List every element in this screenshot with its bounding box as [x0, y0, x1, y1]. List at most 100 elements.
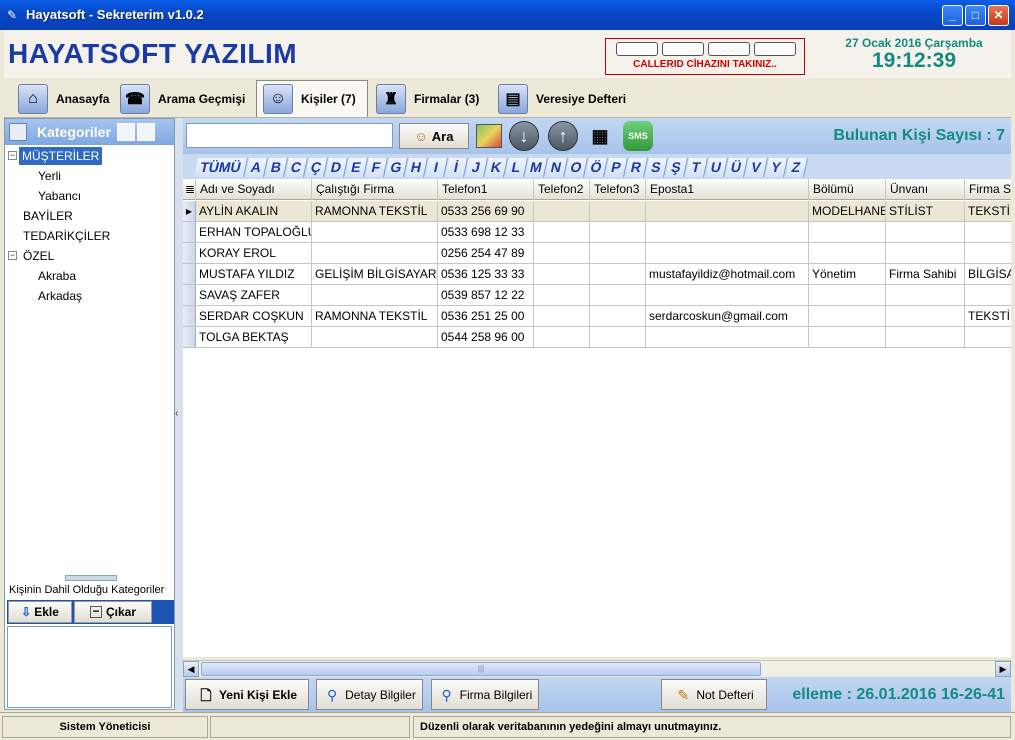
- panel-collapse-handle[interactable]: ‹: [175, 118, 183, 710]
- table-cell[interactable]: [590, 306, 646, 327]
- table-row[interactable]: SERDAR COŞKUN RAMONNA TEKSTİL 0536 251 25 …: [183, 306, 1011, 327]
- table-cell[interactable]: TOLGA BEKTAŞ: [196, 327, 312, 348]
- table-cell[interactable]: [965, 243, 1011, 264]
- table-cell[interactable]: STİLİST: [886, 201, 965, 222]
- scroll-right-icon[interactable]: ▶: [995, 661, 1011, 677]
- column-header[interactable]: Telefon1: [438, 179, 534, 200]
- notepad-button[interactable]: ✎ Not Defteri: [661, 679, 767, 710]
- company-info-button[interactable]: ⚲ Firma Bilgileri: [431, 679, 539, 710]
- table-cell[interactable]: [534, 201, 590, 222]
- sms-icon[interactable]: SMS: [623, 121, 653, 151]
- table-cell[interactable]: TEKSTİL: [965, 306, 1011, 327]
- table-cell[interactable]: SERDAR COŞKUN: [196, 306, 312, 327]
- table-cell[interactable]: KORAY EROL: [196, 243, 312, 264]
- table-cell[interactable]: 0533 256 69 90: [438, 201, 534, 222]
- table-cell[interactable]: [809, 222, 886, 243]
- horizontal-scrollbar[interactable]: ◀ ||| ▶: [183, 660, 1011, 677]
- table-row[interactable]: MUSTAFA YILDIZ GELİŞİM BİLGİSAYAR 0536 125…: [183, 264, 1011, 285]
- table-cell[interactable]: [646, 243, 809, 264]
- row-indicator[interactable]: [183, 306, 196, 327]
- scroll-left-icon[interactable]: ◀: [183, 661, 199, 677]
- table-cell[interactable]: 0536 125 33 33: [438, 264, 534, 285]
- collapse-icon[interactable]: −: [8, 151, 17, 160]
- tree-node-arkadas[interactable]: Arkadaş: [38, 287, 82, 305]
- table-cell[interactable]: 0533 698 12 33: [438, 222, 534, 243]
- view-tree-icon[interactable]: [116, 123, 135, 141]
- table-cell[interactable]: TEKSTİL: [965, 201, 1011, 222]
- table-cell[interactable]: [646, 327, 809, 348]
- table-cell[interactable]: [809, 243, 886, 264]
- table-row[interactable]: TOLGA BEKTAŞ 0544 258 96 00: [183, 327, 1011, 348]
- table-cell[interactable]: [965, 327, 1011, 348]
- table-cell[interactable]: [886, 222, 965, 243]
- table-cell[interactable]: [312, 327, 438, 348]
- column-header[interactable]: Telefon3: [590, 179, 646, 200]
- row-indicator[interactable]: [183, 285, 196, 306]
- tab-kisiler[interactable]: ☺ Kişiler (7): [256, 80, 368, 117]
- tree-node-bayiler[interactable]: BAYİLER: [23, 207, 73, 225]
- table-cell[interactable]: [534, 222, 590, 243]
- row-indicator[interactable]: [183, 264, 196, 285]
- table-cell[interactable]: MUSTAFA YILDIZ: [196, 264, 312, 285]
- table-cell[interactable]: [534, 306, 590, 327]
- table-cell[interactable]: [534, 327, 590, 348]
- search-button[interactable]: ☺ Ara: [399, 123, 469, 149]
- table-cell[interactable]: [646, 201, 809, 222]
- table-cell[interactable]: BİLGİSA: [965, 264, 1011, 285]
- table-cell[interactable]: RAMONNA TEKSTİL: [312, 306, 438, 327]
- column-header[interactable]: Çalıştığı Firma: [312, 179, 438, 200]
- close-button[interactable]: ✕: [988, 5, 1009, 26]
- panel-splitter[interactable]: [65, 575, 117, 581]
- table-cell[interactable]: [590, 264, 646, 285]
- letter-filter-item[interactable]: TÜMÜ: [193, 158, 249, 177]
- table-cell[interactable]: ERHAN TOPALOĞLU: [196, 222, 312, 243]
- tree-node-yabanci[interactable]: Yabancı: [38, 187, 81, 205]
- table-cell[interactable]: [646, 222, 809, 243]
- table-cell[interactable]: [965, 222, 1011, 243]
- minimize-button[interactable]: _: [942, 5, 963, 26]
- map-icon[interactable]: [474, 121, 504, 151]
- add-category-button[interactable]: ⇩ Ekle: [8, 601, 72, 623]
- tree-node-musteriler[interactable]: MÜŞTERİLER: [19, 147, 103, 165]
- scroll-thumb[interactable]: |||: [201, 662, 761, 676]
- tab-firmalar[interactable]: ♜ Firmalar (3): [370, 80, 490, 117]
- row-indicator[interactable]: ▶: [183, 201, 196, 222]
- tree-node-yerli[interactable]: Yerli: [38, 167, 61, 185]
- table-cell[interactable]: [590, 201, 646, 222]
- table-cell[interactable]: Yönetim: [809, 264, 886, 285]
- table-cell[interactable]: [590, 285, 646, 306]
- contact-category-list[interactable]: [7, 626, 172, 708]
- column-header[interactable]: Adı ve Soyadı: [196, 179, 312, 200]
- contacts-grid[interactable]: ≣ Adı ve Soyadı Çalıştığı Firma Telefon1 Tel…: [183, 179, 1011, 657]
- table-cell[interactable]: [809, 327, 886, 348]
- table-cell[interactable]: 0544 258 96 00: [438, 327, 534, 348]
- column-chooser-icon[interactable]: ≣: [183, 179, 196, 200]
- tab-anasayfa[interactable]: ⌂ Anasayfa: [12, 80, 112, 117]
- grid-columns-icon[interactable]: ▦: [585, 121, 615, 151]
- tab-arama-gecmisi[interactable]: ☎ Arama Geçmişi: [114, 80, 256, 117]
- table-cell[interactable]: Firma Sahibi: [886, 264, 965, 285]
- view-list-icon[interactable]: [136, 123, 155, 141]
- table-cell[interactable]: [590, 243, 646, 264]
- details-button[interactable]: ⚲ Detay Bilgiler: [316, 679, 423, 710]
- tree-node-akraba[interactable]: Akraba: [38, 267, 76, 285]
- column-header[interactable]: Firma S: [965, 179, 1011, 200]
- maximize-button[interactable]: □: [965, 5, 986, 26]
- table-cell[interactable]: [590, 327, 646, 348]
- row-indicator[interactable]: [183, 327, 196, 348]
- table-cell[interactable]: [646, 285, 809, 306]
- table-row[interactable]: ▶ AYLİN AKALIN RAMONNA TEKSTİL 0533 256 69 …: [183, 201, 1011, 222]
- tab-veresiye-defteri[interactable]: ▤ Veresiye Defteri: [492, 80, 642, 117]
- letter-filter-item[interactable]: Z: [784, 158, 809, 177]
- table-cell[interactable]: [809, 285, 886, 306]
- table-cell[interactable]: RAMONNA TEKSTİL: [312, 201, 438, 222]
- table-cell[interactable]: [534, 264, 590, 285]
- new-contact-button[interactable]: 🗋 Yeni Kişi Ekle: [185, 679, 309, 710]
- table-cell[interactable]: [312, 243, 438, 264]
- table-cell[interactable]: [534, 285, 590, 306]
- collapse-icon[interactable]: −: [8, 251, 17, 260]
- table-cell[interactable]: [886, 327, 965, 348]
- tree-node-ozel[interactable]: ÖZEL: [23, 247, 54, 265]
- arrow-down-icon[interactable]: ↓: [509, 121, 539, 151]
- table-cell[interactable]: 0536 251 25 00: [438, 306, 534, 327]
